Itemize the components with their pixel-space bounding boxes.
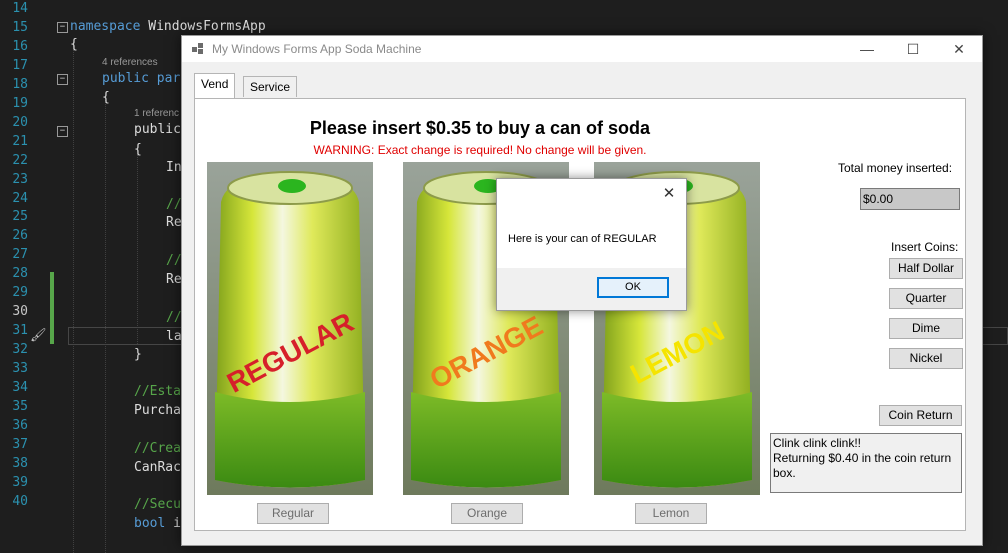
fold-toggle-icon[interactable]: −	[57, 74, 68, 85]
window-title: My Windows Forms App Soda Machine	[212, 42, 422, 56]
code-lens-references[interactable]: 4 references	[102, 57, 158, 68]
tab-service[interactable]: Service	[243, 76, 298, 97]
code-comment: //	[166, 253, 182, 268]
code-line: In	[166, 160, 182, 175]
code-comment: //	[166, 310, 182, 325]
line-number: 20	[12, 114, 28, 130]
line-number: 37	[12, 436, 28, 452]
line-number: 25	[12, 209, 28, 225]
line-number: 15	[12, 19, 28, 35]
line-number: 24	[12, 190, 28, 206]
nickel-button[interactable]: Nickel	[889, 348, 963, 369]
code-line: la	[166, 329, 182, 344]
title-bar[interactable]: My Windows Forms App Soda Machine — ☐ ✕	[182, 36, 982, 62]
code-line: }	[134, 347, 142, 362]
code-comment: //Secu	[134, 497, 181, 512]
code-comment: //	[166, 197, 182, 212]
line-number: 35	[12, 398, 28, 414]
purchase-instructions: Please insert $0.35 to buy a can of soda	[309, 118, 651, 138]
line-number: 32	[12, 342, 28, 358]
tab-vend[interactable]: Vend	[194, 73, 236, 98]
close-button[interactable]: ✕	[936, 36, 982, 62]
line-number: 19	[12, 95, 28, 111]
fold-toggle-icon[interactable]: −	[57, 22, 68, 33]
total-money-label: Total money inserted:	[838, 161, 953, 175]
code-keyword: namespace	[70, 19, 141, 34]
line-number: 23	[12, 171, 28, 187]
line-number: 17	[12, 57, 28, 73]
dialog-message: Here is your can of REGULAR	[508, 233, 657, 245]
message-dialog: ✕ Here is your can of REGULAR OK	[496, 178, 687, 311]
line-number: 26	[12, 228, 28, 244]
lemon-button[interactable]: Lemon	[635, 503, 707, 524]
indent-guide	[105, 96, 106, 553]
fold-toggle-icon[interactable]: −	[57, 126, 68, 137]
line-number-gutter: 14 15 16 17 18 19 20 21 22 23 24 25 26 27 28 29 30 31 32 33…	[0, 0, 52, 553]
code-line: {	[70, 37, 78, 52]
line-number: 21	[12, 133, 28, 149]
code-text: i	[165, 516, 181, 531]
line-number: 16	[12, 38, 28, 54]
status-message-box: Clink clink clink!! Returning $0.40 in t…	[770, 433, 962, 493]
indent-guide	[73, 42, 74, 553]
line-number: 29	[12, 285, 28, 301]
ok-button[interactable]: OK	[597, 277, 669, 298]
total-money-field: $0.00	[860, 188, 960, 210]
code-line: namespace WindowsFormsApp	[70, 18, 266, 36]
line-number: 36	[12, 417, 28, 433]
code-lens-references[interactable]: 1 referenc	[134, 108, 179, 119]
change-indicator	[50, 272, 54, 344]
code-comment: //Crea	[134, 441, 181, 456]
app-icon	[192, 43, 204, 55]
code-line: Re	[166, 272, 182, 287]
line-number: 40	[12, 493, 28, 509]
line-number: 22	[12, 152, 28, 168]
code-line: {	[134, 142, 142, 157]
line-number: 14	[12, 1, 28, 16]
quarter-button[interactable]: Quarter	[889, 288, 963, 309]
line-number: 34	[12, 380, 28, 395]
exact-change-warning: WARNING: Exact change is required! No ch…	[313, 143, 647, 157]
line-number: 18	[12, 76, 28, 92]
coin-return-button[interactable]: Coin Return	[879, 405, 962, 426]
code-line: bool i	[134, 515, 181, 533]
line-number: 28	[12, 266, 28, 282]
minimize-button[interactable]: —	[844, 36, 890, 62]
soda-can-regular: REGULAR	[207, 162, 373, 495]
code-line: CanRac	[134, 460, 181, 475]
line-number: 33	[12, 361, 28, 377]
line-number: 38	[12, 455, 28, 471]
vend-tab-page: Please insert $0.35 to buy a can of soda…	[194, 98, 966, 531]
code-line: Purcha	[134, 403, 181, 418]
maximize-button[interactable]: ☐	[890, 36, 936, 62]
line-number: 27	[12, 247, 28, 263]
orange-button[interactable]: Orange	[451, 503, 523, 524]
code-line: public	[134, 122, 181, 137]
insert-coins-label: Insert Coins:	[891, 240, 959, 254]
indent-guide	[137, 150, 138, 344]
dime-button[interactable]: Dime	[889, 318, 963, 339]
dialog-close-button[interactable]: ✕	[658, 183, 680, 205]
status-message-line: Clink clink clink!!	[773, 436, 862, 450]
status-message-line: Returning $0.40 in the coin return box.	[773, 451, 952, 480]
code-keyword: bool	[134, 516, 166, 531]
line-number: 30	[12, 304, 28, 320]
code-line: Re	[166, 215, 182, 230]
half-dollar-button[interactable]: Half Dollar	[889, 258, 963, 279]
line-number: 31	[12, 323, 28, 339]
code-line: public par	[102, 70, 180, 88]
code-keyword: public	[102, 71, 149, 86]
regular-button[interactable]: Regular	[257, 503, 329, 524]
quick-action-brush-icon[interactable]: 🖌	[30, 328, 47, 344]
code-text: WindowsFormsApp	[140, 19, 266, 34]
code-comment: //Esta	[134, 384, 181, 399]
code-text: par	[148, 71, 181, 86]
line-number: 39	[12, 474, 28, 490]
code-line: {	[102, 90, 110, 105]
